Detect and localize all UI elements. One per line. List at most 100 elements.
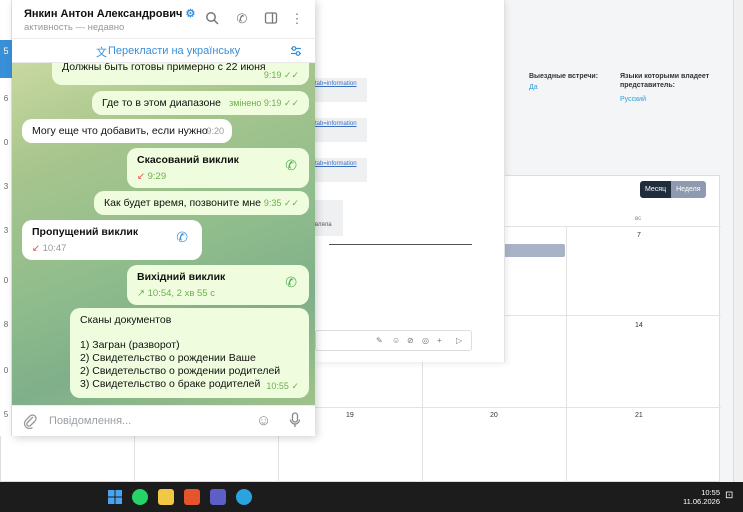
clock-time: 10:55 <box>701 488 720 497</box>
calendar-view-toggle: Месяц Неделя <box>640 181 706 198</box>
chat-list-item[interactable]: 6 <box>0 94 12 103</box>
message-composer: Повідомлення... ☺ <box>12 405 315 436</box>
info-label-field-trips: Выездные встречи: <box>529 73 599 80</box>
file-explorer-icon[interactable] <box>158 489 174 505</box>
call-title: Вихідний виклик <box>137 271 226 283</box>
chat-list-item[interactable]: 5 <box>0 410 12 419</box>
info-label-languages: Языки которыми владеет представитель: <box>620 73 710 89</box>
send-icon[interactable]: ▷ <box>456 336 462 345</box>
message-line: 2) Свидетельство о рождении родителей <box>80 365 281 377</box>
message-time: 9:35 ✓✓ <box>263 198 299 208</box>
translate-icon: 文 <box>96 47 107 59</box>
call-time: 10:47 <box>42 243 67 254</box>
chat-header[interactable]: Янкин Антон Александрович ⚙ активность —… <box>12 0 315 39</box>
telegram-icon[interactable] <box>236 489 252 505</box>
check-icon: ✓ <box>291 381 299 391</box>
format-icon[interactable]: ✎ <box>376 336 383 345</box>
message-time: 10:55 ✓ <box>266 381 299 391</box>
message-incoming[interactable]: Могу еще что добавить, если нужно 9:20 <box>22 119 232 143</box>
info-link[interactable]: tab=information <box>315 158 367 182</box>
message-outgoing[interactable]: Должны быть готовы примерно с 22 июня 9:… <box>52 63 309 85</box>
taskbar: 10:55 11.06.2026 ⊡ <box>0 482 743 512</box>
message-outgoing[interactable]: Как будет время, позвоните мне 9:35 ✓✓ <box>94 191 309 215</box>
start-button[interactable] <box>107 489 123 505</box>
outgoing-arrow-icon: ↗ <box>137 288 145 299</box>
microphone-icon[interactable] <box>289 412 301 431</box>
divider <box>329 244 472 245</box>
call-phone-icon[interactable]: ✆ <box>285 158 297 172</box>
day-number[interactable]: 7 <box>637 232 641 239</box>
chat-list-item[interactable]: 0 <box>0 276 12 285</box>
chat-list-item[interactable]: 0 <box>0 138 12 147</box>
call-time: 10:54, 2 хв 55 с <box>147 288 215 299</box>
message-line: 1) Загран (разворот) <box>80 339 180 351</box>
message-area[interactable]: Должны быть готовы примерно с 22 июня 9:… <box>12 63 315 405</box>
whatsapp-icon[interactable] <box>132 489 148 505</box>
info-link[interactable]: tab=information <box>315 118 367 142</box>
weekday-header-sunday: вс <box>635 216 642 222</box>
week-view-button[interactable]: Неделя <box>671 181 706 198</box>
add-icon[interactable]: + <box>437 336 442 345</box>
message-line: 2) Свидетельство о рождении Ваше <box>80 352 256 364</box>
notification-icon[interactable]: ⊡ <box>725 490 733 501</box>
phone-icon[interactable]: ✆ <box>234 11 250 27</box>
search-icon[interactable] <box>204 11 220 27</box>
message-time: 9:20 <box>206 126 224 136</box>
contact-name[interactable]: Янкин Антон Александрович ⚙ <box>24 7 195 20</box>
double-check-icon: ✓✓ <box>283 70 299 80</box>
day-number[interactable]: 21 <box>635 412 643 419</box>
call-time: 9:29 <box>147 171 167 182</box>
gear-icon: ⚙ <box>185 8 196 20</box>
telegram-chat-window: Янкин Антон Александрович ⚙ активность —… <box>12 0 315 436</box>
call-cancelled[interactable]: Скасований виклик ↙ 9:29 ✆ <box>127 148 309 188</box>
clock-date: 11.06.2026 <box>683 497 720 506</box>
brave-browser-icon[interactable] <box>184 489 200 505</box>
chat-list-item[interactable]: 3 <box>0 226 12 235</box>
teams-icon[interactable] <box>210 489 226 505</box>
chat-list-item[interactable]: 0 <box>0 366 12 375</box>
message-time: 9:19 ✓✓ <box>263 70 299 80</box>
info-value-field-trips: Да <box>529 84 538 91</box>
system-clock[interactable]: 10:55 11.06.2026 <box>680 488 720 506</box>
chat-list-item[interactable]: 8 <box>0 320 12 329</box>
day-number[interactable]: 20 <box>490 412 498 419</box>
crm-info-panel: Выездные встречи: Да Языки которыми влад… <box>505 0 743 175</box>
emoji-icon[interactable]: ☺ <box>256 412 271 429</box>
message-text: Могу еще что добавить, если нужно <box>32 125 208 137</box>
chat-list-item[interactable]: 3 <box>0 182 12 191</box>
day-number[interactable]: 14 <box>635 322 643 329</box>
day-number[interactable]: 19 <box>346 412 354 419</box>
emoji-icon[interactable]: ☺ <box>392 336 400 345</box>
active-chat-badge[interactable]: 5 <box>0 40 12 78</box>
call-phone-icon[interactable]: ✆ <box>176 230 188 244</box>
page-scrollbar[interactable] <box>733 0 743 482</box>
paperclip-icon[interactable] <box>23 413 37 432</box>
sidebar-toggle-icon[interactable] <box>263 11 279 27</box>
info-link[interactable]: tab=information <box>315 78 367 102</box>
comment-editor-toolbar[interactable]: ✎ ☺ ⊘ ◎ + ▷ <box>315 330 472 351</box>
info-value-languages: Русский <box>620 96 646 103</box>
call-title: Скасований виклик <box>137 154 239 166</box>
missed-arrow-icon: ↙ <box>32 243 40 254</box>
translate-button[interactable]: Перекласти на українську <box>108 45 240 57</box>
message-text: Как будет время, позвоните мне <box>104 197 261 209</box>
double-check-icon: ✓✓ <box>283 98 299 108</box>
call-outgoing[interactable]: Вихідний виклик ↗ 10:54, 2 хв 55 с ✆ <box>127 265 309 305</box>
mention-icon[interactable]: ◎ <box>422 336 429 345</box>
message-input[interactable]: Повідомлення... <box>49 415 131 427</box>
more-menu-icon[interactable]: ⋮ <box>289 11 305 27</box>
call-title: Пропущений виклик <box>32 226 139 238</box>
message-text: Где то в этом диапазоне <box>102 97 222 109</box>
attach-icon[interactable]: ⊘ <box>407 336 414 345</box>
modal-note: вляла <box>315 200 343 236</box>
translate-settings-icon[interactable] <box>290 45 302 60</box>
call-missed[interactable]: Пропущений виклик ↙ 10:47 ✆ <box>22 220 202 260</box>
chat-list-strip: 5 6 0 3 3 0 8 0 5 <box>0 0 12 436</box>
translate-bar[interactable]: 文 Перекласти на українську <box>12 40 315 63</box>
contact-status: активность — недавно <box>24 22 125 33</box>
call-phone-icon[interactable]: ✆ <box>285 275 297 289</box>
month-view-button[interactable]: Месяц <box>640 181 672 198</box>
message-line: Сканы документов <box>80 314 172 326</box>
message-outgoing[interactable]: Где то в этом диапазоне змінено 9:19 ✓✓ <box>92 91 309 115</box>
message-outgoing[interactable]: Сканы документов 1) Загран (разворот) 2)… <box>70 308 309 398</box>
